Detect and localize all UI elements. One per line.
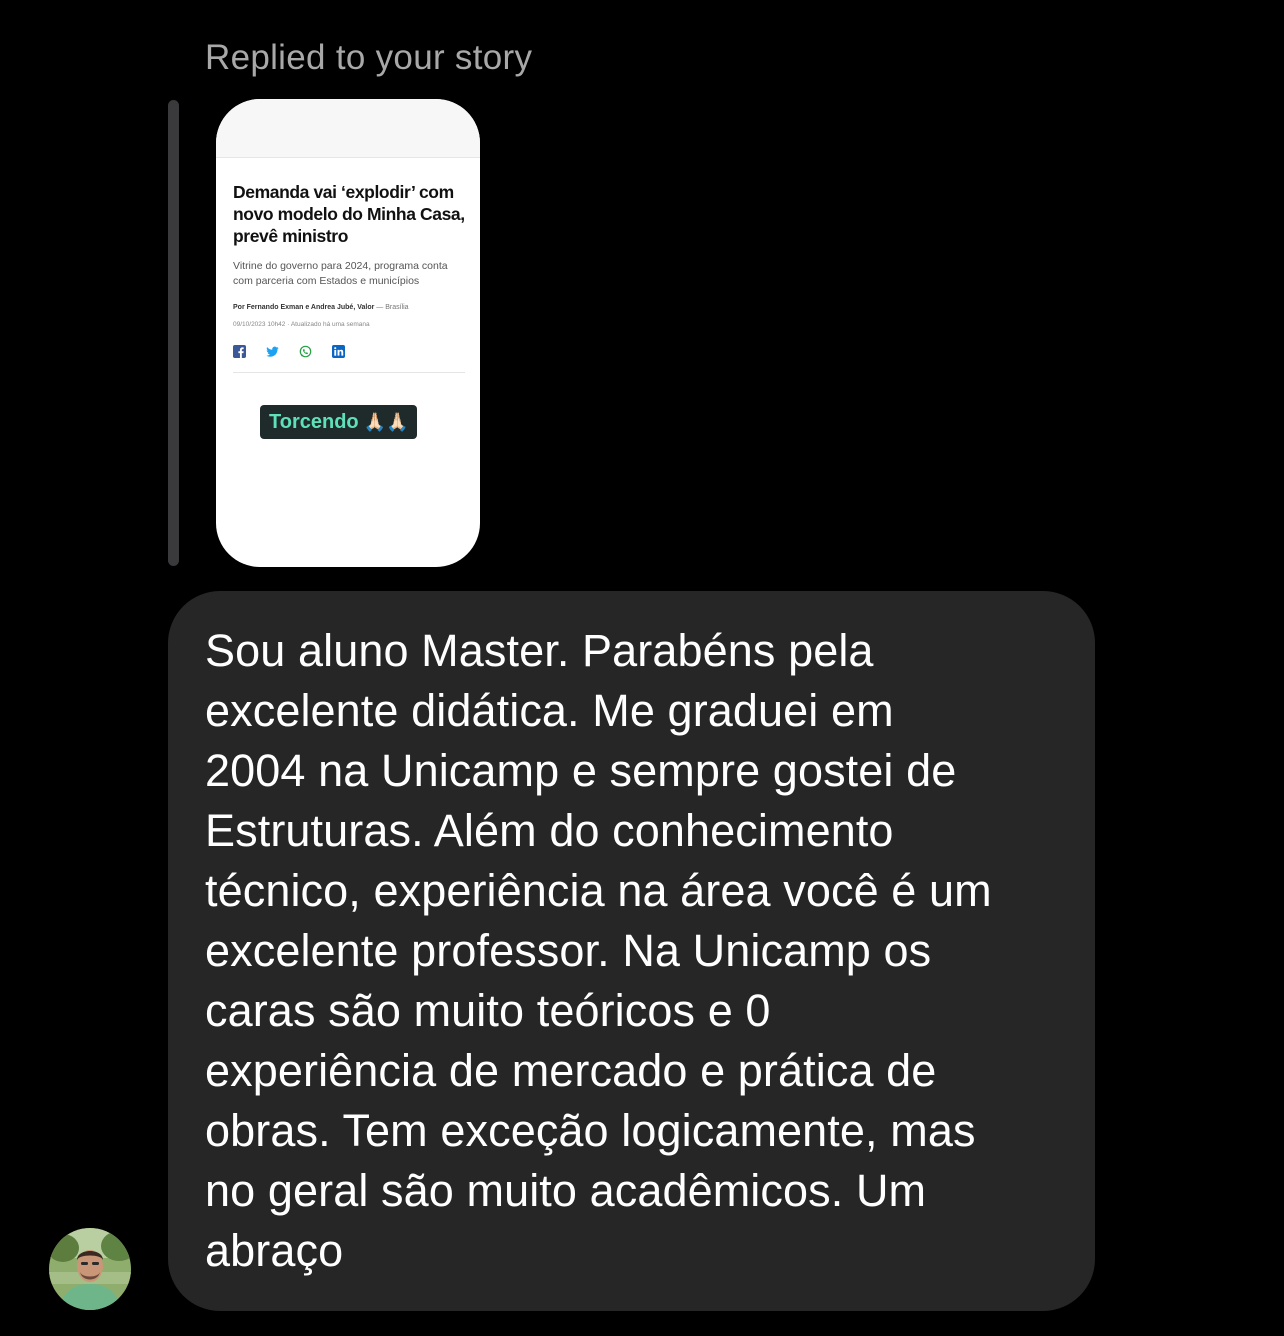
praying-hands-emoji: 🙏🏻🙏🏻 — [363, 411, 409, 432]
whatsapp-icon — [299, 345, 312, 358]
linkedin-icon — [332, 344, 345, 358]
avatar[interactable] — [49, 1228, 131, 1310]
facebook-icon — [233, 344, 246, 358]
reply-caption: Replied to your story — [205, 38, 533, 77]
story-headline: Demanda vai ‘explodir’ com novo modelo d… — [233, 182, 465, 246]
message-text: Sou aluno Master. Parabéns pela excelent… — [205, 625, 992, 1276]
story-byline: Por Fernando Exman e Andrea Jubé, Valor … — [233, 304, 473, 311]
quote-bar — [168, 100, 179, 566]
story-sticker: Torcendo 🙏🏻🙏🏻 — [260, 405, 418, 439]
story-divider — [233, 372, 465, 373]
story-byline-location: — Brasília — [374, 304, 409, 311]
sticker-text: Torcendo — [269, 410, 359, 433]
story-top-bar — [216, 99, 480, 158]
story-subheadline: Vitrine do governo para 2024, programa c… — [233, 260, 448, 287]
share-row — [233, 344, 345, 358]
story-preview-card[interactable]: Demanda vai ‘explodir’ com novo modelo d… — [216, 99, 480, 567]
message-bubble[interactable]: Sou aluno Master. Parabéns pela excelent… — [168, 591, 1095, 1311]
story-date: 09/10/2023 10h42 · Atualizado há uma sem… — [233, 321, 370, 328]
twitter-icon — [266, 345, 279, 358]
story-byline-authors: Por Fernando Exman e Andrea Jubé, Valor — [233, 304, 375, 311]
